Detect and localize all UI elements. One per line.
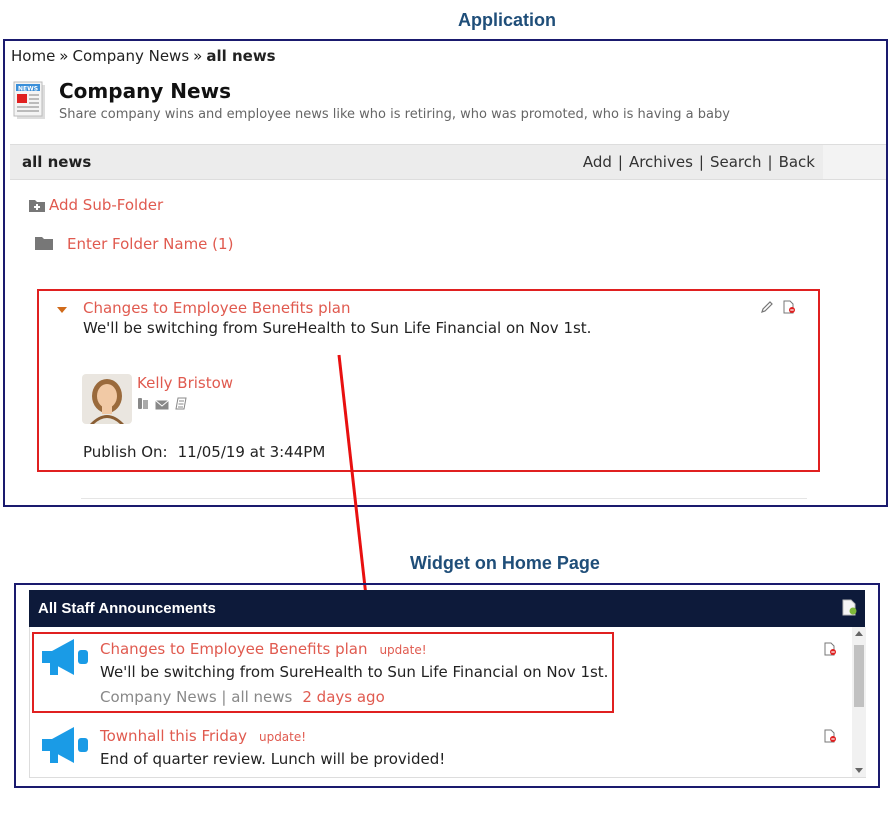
breadcrumb-current: all news (206, 47, 276, 65)
toolbar-label: all news (22, 153, 92, 171)
breadcrumb: Home» Company News» all news (11, 47, 276, 65)
folder-icon (35, 235, 53, 254)
search-link[interactable]: Search (710, 153, 762, 171)
breadcrumb-parent[interactable]: Company News (72, 47, 189, 65)
megaphone-icon (40, 637, 92, 683)
mail-icon[interactable] (155, 395, 169, 414)
breadcrumb-separator: » (59, 47, 69, 65)
add-folder-icon (29, 198, 45, 216)
add-link[interactable]: Add (583, 153, 612, 171)
folder-row[interactable]: Enter Folder Name (1) (35, 235, 233, 254)
list-item: Changes to Employee Benefits plan update! (100, 639, 427, 658)
announcement-age: 2 days ago (302, 688, 385, 706)
news-icon: NEWS (13, 81, 47, 121)
widget-label: Widget on Home Page (410, 553, 600, 573)
widget-header: All Staff Announcements (29, 590, 865, 627)
page-title: Company News (59, 79, 231, 103)
archives-link[interactable]: Archives (629, 153, 693, 171)
publish-info: Publish On: 11/05/19 at 3:44PM (83, 443, 325, 461)
delete-doc-icon[interactable] (782, 299, 796, 318)
announcement-body: End of quarter review. Lunch will be pro… (100, 750, 446, 768)
megaphone-icon (40, 725, 92, 771)
scroll-up-icon[interactable] (855, 631, 863, 636)
application-label: Application (458, 10, 556, 30)
breadcrumb-separator: » (193, 47, 203, 65)
widget-title: All Staff Announcements (38, 600, 216, 617)
article-card: Changes to Employee Benefits plan We'll … (37, 289, 820, 472)
export-doc-icon[interactable] (842, 599, 857, 620)
toolbar-tail (823, 144, 886, 180)
divider (81, 498, 807, 499)
publish-date: 11/05/19 at 3:44PM (177, 443, 326, 461)
article-title[interactable]: Changes to Employee Benefits plan (83, 299, 350, 317)
list-item: Townhall this Friday update! (100, 726, 306, 745)
breadcrumb-home[interactable]: Home (11, 47, 55, 65)
announcement-meta: Company News | all news 2 days ago (100, 688, 385, 706)
phone-icon[interactable] (137, 395, 149, 414)
add-subfolder-row[interactable]: Add Sub-Folder (29, 196, 163, 216)
update-badge: update! (258, 730, 307, 744)
scrollbar[interactable] (852, 627, 866, 777)
author-name-link[interactable]: Kelly Bristow (137, 374, 233, 392)
delete-doc-icon[interactable] (823, 641, 837, 660)
announcement-title-link[interactable]: Townhall this Friday (100, 727, 247, 745)
author-contact-icons (137, 395, 187, 414)
widget-frame: All Staff Announcements Changes to Emplo… (14, 583, 880, 788)
notes-icon[interactable] (175, 395, 187, 414)
back-link[interactable]: Back (779, 153, 815, 171)
article-body: We'll be switching from SureHealth to Su… (83, 319, 592, 337)
page-subtitle: Share company wins and employee news lik… (59, 107, 730, 122)
folder-name-link[interactable]: Enter Folder Name (1) (67, 235, 233, 253)
toolbar: all news Add | Archives | Search | Back (10, 144, 823, 180)
update-badge: update! (379, 643, 427, 657)
announcement-body: We'll be switching from SureHealth to Su… (100, 663, 609, 681)
scroll-down-icon[interactable] (855, 768, 863, 773)
announcement-list[interactable]: Changes to Employee Benefits plan update!… (29, 627, 866, 778)
toolbar-links: Add | Archives | Search | Back (582, 153, 815, 171)
add-subfolder-link[interactable]: Add Sub-Folder (49, 196, 163, 214)
avatar (82, 374, 132, 424)
application-frame: Home» Company News» all news NEWS Company … (3, 39, 888, 507)
announcement-title-link[interactable]: Changes to Employee Benefits plan (100, 640, 367, 658)
publish-label: Publish On: (83, 443, 168, 461)
collapse-caret-icon[interactable] (57, 307, 67, 313)
scrollbar-thumb[interactable] (854, 645, 864, 707)
delete-doc-icon[interactable] (823, 728, 837, 747)
pencil-icon[interactable] (760, 299, 774, 318)
svg-text:NEWS: NEWS (18, 86, 38, 93)
article-actions (760, 299, 796, 318)
announcement-source[interactable]: Company News | all news (100, 688, 292, 706)
